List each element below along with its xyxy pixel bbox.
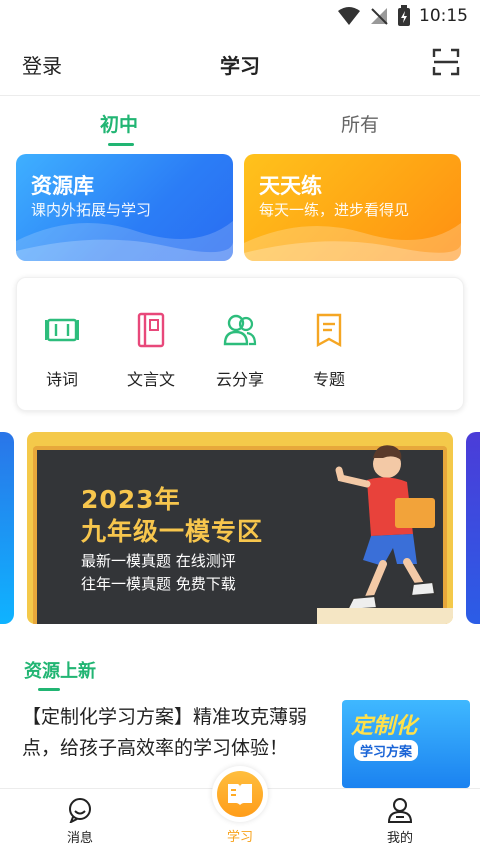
thumbnail-subtitle: 学习方案	[354, 740, 419, 761]
func-classical-chinese[interactable]: 文言文	[111, 312, 191, 390]
battery-charging-icon	[398, 5, 410, 26]
banner-line-2: 往年一模真题 免费下载	[81, 575, 236, 593]
banner-year: 2023年	[81, 485, 181, 514]
scan-icon[interactable]	[432, 48, 460, 76]
message-icon	[69, 798, 91, 823]
users-icon	[223, 314, 257, 346]
poem-icon	[45, 318, 79, 342]
thumbnail-title: 定制化	[351, 714, 418, 739]
func-cloud-share[interactable]: 云分享	[200, 312, 280, 390]
grade-tabs: 初中 所有	[0, 96, 480, 148]
func-label: 文言文	[126, 370, 175, 389]
login-button[interactable]: 登录	[22, 50, 62, 79]
article-text: 【定制化学习方案】精准攻克薄弱点，给孩子高效率的学习体验！	[22, 706, 308, 759]
func-label: 专题	[312, 370, 345, 389]
banner-title: 九年级一模专区	[81, 517, 264, 546]
func-label: 云分享	[215, 370, 264, 389]
book-icon	[137, 312, 165, 348]
daily-practice-card[interactable]: 天天练 每天一练，进步看得见	[244, 154, 461, 261]
topic-icon	[316, 313, 342, 348]
exam-banner[interactable]: 2023年 九年级一模专区 最新一模真题 在线测评 往年一模真题 免费下载	[27, 432, 453, 624]
card-wave-decoration	[16, 221, 233, 261]
study-book-icon	[228, 784, 252, 805]
func-poetry[interactable]: 诗词	[22, 312, 102, 390]
app-header: 登录 学习	[0, 34, 480, 94]
section-title: 资源上新	[24, 661, 96, 682]
card-title: 资源库	[31, 174, 94, 198]
func-topics[interactable]: 专题	[289, 312, 369, 390]
banner-next-peek[interactable]	[466, 432, 480, 624]
function-grid: 诗词 文言文 云分享 专题	[16, 277, 464, 411]
active-tab-indicator	[108, 143, 134, 146]
nav-study-circle	[217, 771, 263, 817]
nav-study[interactable]	[212, 766, 268, 822]
article-thumbnail: 定制化 学习方案	[342, 700, 470, 788]
status-bar: 10:15	[0, 0, 480, 34]
nav-profile[interactable]: 我的	[360, 797, 440, 846]
card-wave-decoration	[244, 223, 461, 261]
no-signal-icon	[371, 8, 388, 25]
tab-junior-high[interactable]: 初中	[100, 110, 138, 137]
page-title: 学习	[220, 54, 260, 78]
nav-label: 我的	[386, 831, 413, 846]
nav-study-label[interactable]: 学习	[200, 826, 280, 845]
student-illustration	[317, 445, 453, 624]
profile-icon	[387, 798, 413, 823]
nav-label: 消息	[66, 831, 93, 846]
resource-library-card[interactable]: 资源库 课内外拓展与学习	[16, 154, 233, 261]
func-label: 诗词	[45, 370, 78, 389]
status-time: 10:15	[419, 6, 468, 26]
status-icons: 10:15	[337, 5, 468, 27]
wifi-icon	[338, 7, 360, 25]
banner-prev-peek[interactable]	[0, 432, 14, 624]
tab-all[interactable]: 所有	[341, 110, 379, 137]
card-title: 天天练	[259, 174, 322, 198]
section-underline	[38, 688, 60, 691]
banner-line-1: 最新一模真题 在线测评	[81, 552, 236, 570]
nav-messages[interactable]: 消息	[40, 797, 120, 846]
